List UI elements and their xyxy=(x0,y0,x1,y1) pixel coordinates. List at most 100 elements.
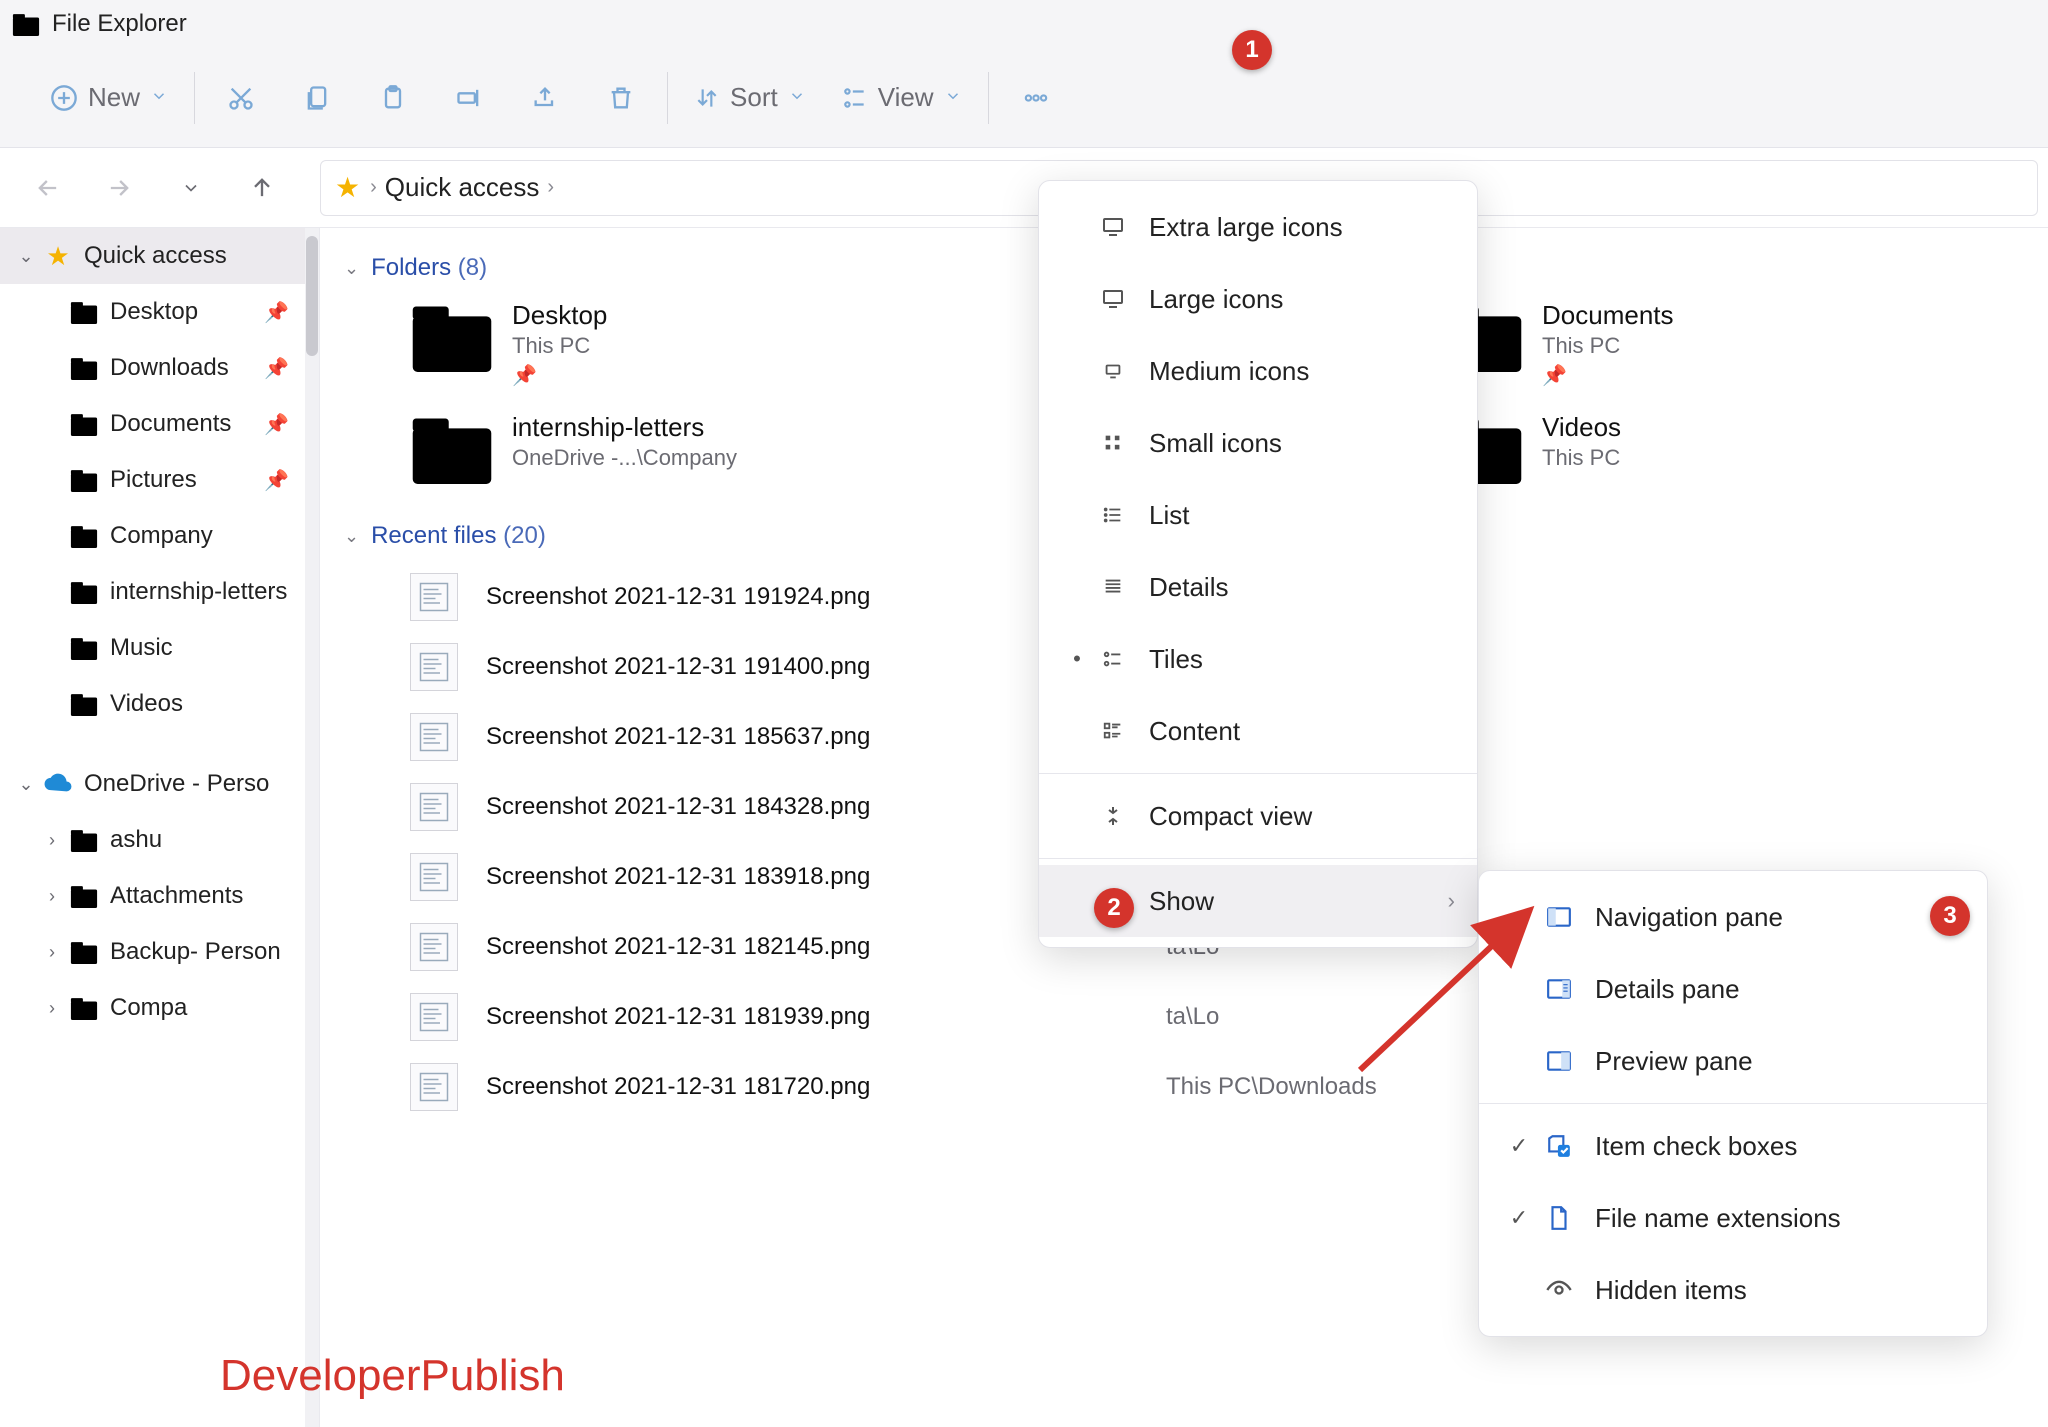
share-button[interactable] xyxy=(507,66,583,130)
scrollbar-thumb[interactable] xyxy=(306,236,318,356)
more-button[interactable] xyxy=(997,66,1075,130)
folder-icon xyxy=(68,298,100,326)
cut-button[interactable] xyxy=(203,66,279,130)
sidebar-item[interactable]: Videos xyxy=(0,676,319,732)
view-menu: Extra large icons Large icons Medium ico… xyxy=(1038,180,1478,948)
sort-button[interactable]: Sort xyxy=(676,66,824,130)
file-thumbnail-icon xyxy=(410,993,458,1041)
sidebar-item-label: Backup- Person xyxy=(110,938,281,966)
view-menu-item[interactable]: Extra large icons xyxy=(1039,191,1477,263)
separator xyxy=(1039,773,1477,774)
sidebar-item-quick-access[interactable]: ⌄ ★ Quick access xyxy=(0,228,319,284)
breadcrumb[interactable]: Quick access xyxy=(385,172,540,203)
sidebar-item-onedrive[interactable]: ⌄ OneDrive - Perso xyxy=(0,756,319,812)
folder-location: This PC xyxy=(512,333,607,359)
sidebar-item-label: Documents xyxy=(110,410,231,438)
up-button[interactable] xyxy=(238,164,286,212)
folder-icon xyxy=(68,690,100,718)
menu-item-label: Extra large icons xyxy=(1149,212,1343,243)
file-name: Screenshot 2021-12-31 181939.png xyxy=(486,1003,1166,1031)
file-icon xyxy=(1537,1205,1581,1231)
view-menu-item[interactable]: Medium icons xyxy=(1039,335,1477,407)
separator xyxy=(988,72,989,124)
toolbar: New Sort View xyxy=(0,48,2048,148)
folder-location: This PC xyxy=(1542,333,1674,359)
sidebar-item[interactable]: Documents 📌 xyxy=(0,396,319,452)
view-menu-compact[interactable]: Compact view xyxy=(1039,780,1477,852)
sidebar-item-label: ashu xyxy=(110,826,162,854)
pin-icon: 📌 xyxy=(264,412,289,437)
titlebar: File Explorer xyxy=(0,0,2048,48)
sidebar-item-label: Attachments xyxy=(110,882,243,910)
folder-tile[interactable]: Documents This PC 📌 xyxy=(1440,300,1890,388)
view-menu-item[interactable]: • Tiles xyxy=(1039,623,1477,695)
pin-icon: 📌 xyxy=(264,356,289,381)
sidebar-item[interactable]: › Backup- Person xyxy=(0,924,319,980)
folder-icon xyxy=(68,354,100,382)
section-label: Folders xyxy=(371,254,451,282)
menu-item-label: File name extensions xyxy=(1595,1203,1841,1234)
window-title: File Explorer xyxy=(52,10,187,38)
sidebar-item-label: Pictures xyxy=(110,466,197,494)
folder-tile[interactable]: internship-letters OneDrive -...\Company xyxy=(410,412,860,484)
menu-item-label: Navigation pane xyxy=(1595,902,1783,933)
copy-button[interactable] xyxy=(279,66,355,130)
new-button[interactable]: New xyxy=(32,66,186,130)
view-menu-item[interactable]: Details xyxy=(1039,551,1477,623)
sidebar-item[interactable]: Music xyxy=(0,620,319,676)
view-menu-item[interactable]: Content xyxy=(1039,695,1477,767)
menu-item-label: Details pane xyxy=(1595,974,1740,1005)
sidebar-item[interactable]: Desktop 📌 xyxy=(0,284,319,340)
delete-button[interactable] xyxy=(583,66,659,130)
annotation-badge-2: 2 xyxy=(1094,888,1134,928)
annotation-badge-3: 3 xyxy=(1930,896,1970,936)
grid-sm-icon xyxy=(1093,432,1133,454)
chevron-right-icon: › xyxy=(40,942,64,963)
scrollbar[interactable] xyxy=(305,228,319,1427)
sidebar-item[interactable]: › ashu xyxy=(0,812,319,868)
folder-location: This PC xyxy=(1542,445,1621,471)
file-thumbnail-icon xyxy=(410,783,458,831)
sidebar-item[interactable]: › Compa xyxy=(0,980,319,1036)
chevron-down-icon xyxy=(788,84,806,112)
forward-button[interactable] xyxy=(95,164,143,212)
folder-tile[interactable]: Desktop This PC 📌 xyxy=(410,300,860,388)
file-thumbnail-icon xyxy=(410,573,458,621)
view-menu-item[interactable]: Large icons xyxy=(1039,263,1477,335)
chevron-down-icon: ⌄ xyxy=(344,258,359,279)
view-menu-item[interactable]: List xyxy=(1039,479,1477,551)
section-label: Recent files xyxy=(371,522,496,550)
view-button[interactable]: View xyxy=(824,66,980,130)
paste-button[interactable] xyxy=(355,66,431,130)
menu-item-label: Item check boxes xyxy=(1595,1131,1797,1162)
view-menu-item[interactable]: Small icons xyxy=(1039,407,1477,479)
file-thumbnail-icon xyxy=(410,853,458,901)
show-menu-item[interactable]: Hidden items xyxy=(1479,1254,1987,1326)
sidebar-item[interactable]: Company xyxy=(0,508,319,564)
rename-button[interactable] xyxy=(431,66,507,130)
sidebar-item[interactable]: Downloads 📌 xyxy=(0,340,319,396)
chevron-down-icon: ⌄ xyxy=(14,246,38,267)
monitor-icon xyxy=(1093,287,1133,311)
sidebar-item[interactable]: Pictures 📌 xyxy=(0,452,319,508)
content-icon xyxy=(1093,720,1133,742)
sidebar-item[interactable]: internship-letters xyxy=(0,564,319,620)
sidebar-item[interactable]: › Attachments xyxy=(0,868,319,924)
app-icon xyxy=(12,12,40,36)
star-icon: ★ xyxy=(42,242,74,270)
back-button[interactable] xyxy=(24,164,72,212)
show-menu-item[interactable]: ✓ File name extensions xyxy=(1479,1182,1987,1254)
chevron-right-icon: › xyxy=(40,998,64,1019)
separator xyxy=(194,72,195,124)
menu-item-label: Tiles xyxy=(1149,644,1203,675)
file-path: ta\Lo xyxy=(1166,1003,1219,1031)
show-menu-item[interactable]: ✓ Item check boxes xyxy=(1479,1110,1987,1182)
navigation-row: ★ › Quick access › xyxy=(0,148,2048,228)
folder-tile[interactable]: Videos This PC xyxy=(1440,412,1890,484)
recent-locations-button[interactable] xyxy=(167,164,215,212)
menu-item-label: Medium icons xyxy=(1149,356,1309,387)
chevron-right-icon: › xyxy=(547,176,554,199)
folder-name: Desktop xyxy=(512,300,607,331)
chevron-right-icon: › xyxy=(370,176,377,199)
separator xyxy=(1479,1103,1987,1104)
